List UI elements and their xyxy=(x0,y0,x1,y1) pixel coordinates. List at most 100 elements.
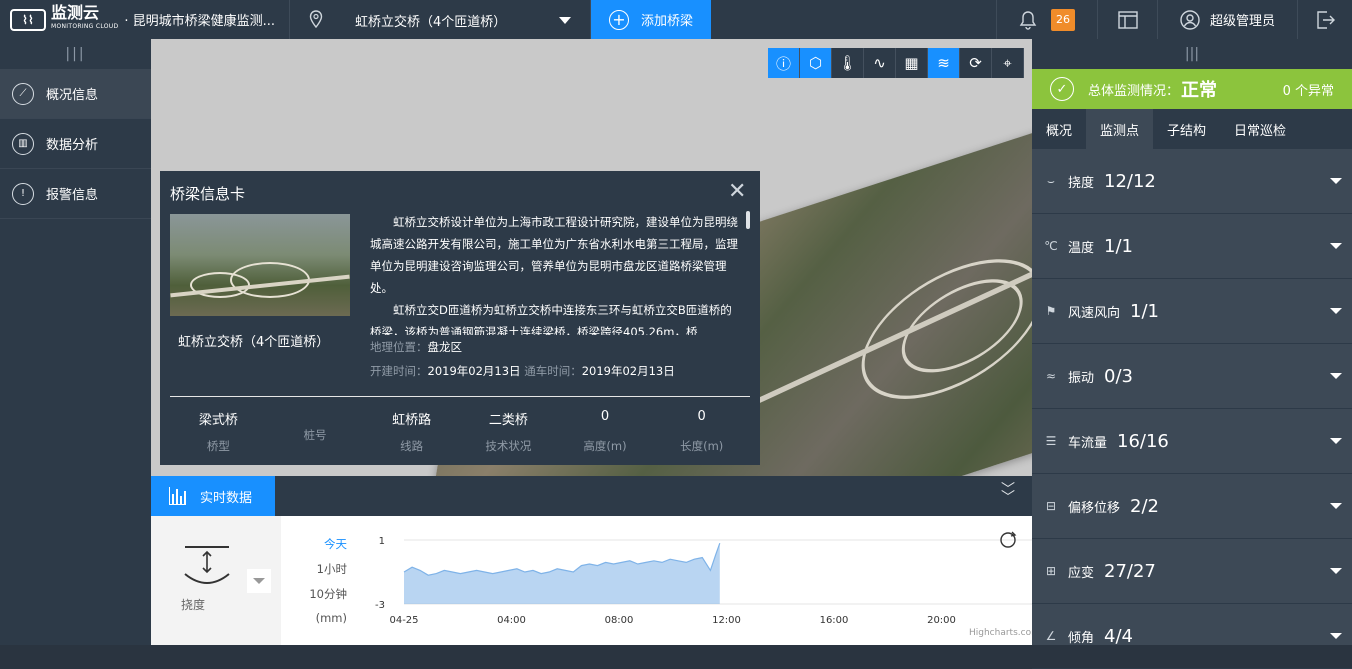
unit-label: (mm) xyxy=(315,611,347,625)
bridge-description: 虹桥立交桥设计单位为上海市政工程设计研究院，建设单位为昆明绕城高速公路开发有限公… xyxy=(370,211,740,335)
stat-label: 桩号 xyxy=(303,428,327,442)
divider xyxy=(170,396,750,397)
window-icon xyxy=(1117,10,1138,29)
refresh-icon[interactable]: ⟳ xyxy=(960,48,992,78)
x-tick-label: 20:00 xyxy=(927,615,956,626)
monitor-item-temperature[interactable]: ℃ 温度 1/1 xyxy=(1032,214,1352,279)
logo-area: ⌇⌇ 监测云 MONITORING CLOUD · 昆明城市桥梁健康监测... xyxy=(0,0,290,39)
sidebar: ||| ⟋ 概况信息 ▥ 数据分析 ! 报警信息 xyxy=(0,39,151,645)
right-panel: ||| ✓ 总体监测情况： 正常 0 个异常 概况 监测点 子结构 日常巡检 ⌣… xyxy=(1032,39,1352,669)
monitor-item-deflection[interactable]: ⌣ 挠度 12/12 xyxy=(1032,149,1352,214)
stat-label: 技术状况 xyxy=(485,439,532,453)
wave-icon[interactable]: ∿ xyxy=(864,48,896,78)
monitor-item-traffic[interactable]: ☰ 车流量 16/16 xyxy=(1032,409,1352,474)
chart-credit[interactable]: Highcharts.com xyxy=(969,628,1032,638)
chevron-down-icon xyxy=(1330,243,1342,249)
y-tick-label: -3 xyxy=(375,600,385,611)
top-bar: ⌇⌇ 监测云 MONITORING CLOUD · 昆明城市桥梁健康监测... 虹… xyxy=(0,0,1352,39)
monitor-label: 应变 xyxy=(1068,565,1095,581)
logout-icon xyxy=(1317,10,1335,29)
start-label: 开建时间： xyxy=(370,364,428,378)
location-value: 盘龙区 xyxy=(427,340,463,354)
monitor-value: 2/2 xyxy=(1130,495,1159,517)
chevron-down-icon xyxy=(559,17,571,24)
tab-overview[interactable]: 概况 xyxy=(1032,109,1086,149)
description-paragraph: 虹桥立交D匝道桥为虹桥立交桥中连接东三环与虹桥立交B匝道桥的桥梁，该桥为普通钢筋… xyxy=(370,303,732,335)
time-option-1h[interactable]: 1小时 xyxy=(301,561,347,577)
chevron-down-icon xyxy=(253,578,265,584)
monitor-item-wind[interactable]: ⚑ 风速风向 1/1 xyxy=(1032,279,1352,344)
monitor-label: 振动 xyxy=(1068,370,1095,386)
right-collapse-handle[interactable]: ||| xyxy=(1032,39,1352,69)
cube-icon[interactable]: ⬡ xyxy=(800,48,832,78)
bridge-info-card: 桥梁信息卡 ✕ 虹桥立交桥（4个匝道桥） 虹桥立交桥设计单位为上海市政工程设计研… xyxy=(160,171,760,465)
monitor-item-tilt[interactable]: ∠ 倾角 4/4 xyxy=(1032,604,1352,669)
sidebar-collapse-handle[interactable]: ||| xyxy=(0,39,151,69)
logout-button[interactable] xyxy=(1297,0,1352,39)
time-option-10m[interactable]: 10分钟 xyxy=(301,586,347,602)
monitor-item-displacement[interactable]: ⊟ 偏移位移 2/2 xyxy=(1032,474,1352,539)
sensor-dropdown[interactable] xyxy=(247,569,271,593)
sidebar-item-alarms[interactable]: ! 报警信息 xyxy=(0,169,151,219)
map-pin-icon[interactable]: ⌖ xyxy=(992,48,1024,78)
x-tick-label: 12:00 xyxy=(712,615,741,626)
traffic-icon: ☰ xyxy=(1045,434,1057,448)
stat-length: 0 长度(m) xyxy=(653,409,750,454)
abnormal-count[interactable]: 0 个异常 xyxy=(1283,80,1334,99)
x-tick-label: 04-25 xyxy=(389,615,418,626)
monitor-label: 倾角 xyxy=(1068,630,1095,646)
user-menu[interactable]: 超级管理员 xyxy=(1157,0,1297,39)
monitor-label: 温度 xyxy=(1068,240,1095,256)
sidebar-item-overview[interactable]: ⟋ 概况信息 xyxy=(0,69,151,119)
monitor-item-vibration[interactable]: ≈ 振动 0/3 xyxy=(1032,344,1352,409)
monitor-list: ⌣ 挠度 12/12 ℃ 温度 1/1 ⚑ 风速风向 1/1 ≈ 振动 0/3 ☰ 车流量 16/1… xyxy=(1032,149,1352,669)
start-value: 2019年02月13日 xyxy=(427,364,521,378)
open-value: 2019年02月13日 xyxy=(581,364,675,378)
deflection-icon xyxy=(184,546,230,584)
sensor-selector: 挠度 xyxy=(151,516,281,645)
collapse-chevron-icon[interactable]: ﹀ ﹀ xyxy=(1001,483,1015,505)
chevron-down-icon xyxy=(1330,178,1342,184)
add-bridge-label: 添加桥梁 xyxy=(641,14,694,29)
stat-value: 梁式桥 xyxy=(198,413,238,428)
description-scrollbar[interactable] xyxy=(746,211,750,229)
realtime-panel: 挠度 今天 1小时 10分钟 (mm) 1 -3 04-25 04:00 08:00 1… xyxy=(151,516,1032,645)
thermometer-icon: ℃ xyxy=(1044,239,1058,253)
x-tick-label: 08:00 xyxy=(605,615,634,626)
chevron-down-icon xyxy=(1330,438,1342,444)
deflection-icon: ⌣ xyxy=(1047,173,1055,188)
stat-bridge-type: 梁式桥 桥型 xyxy=(170,409,267,454)
stat-condition: 二类桥 技术状况 xyxy=(460,409,557,454)
tab-label: 实时数据 xyxy=(200,490,253,506)
tab-substructure[interactable]: 子结构 xyxy=(1153,109,1220,149)
chevron-down-icon xyxy=(1330,503,1342,509)
brand-name: 监测云 xyxy=(51,2,100,22)
time-option-today[interactable]: 今天 xyxy=(301,536,347,552)
map-layer-icon[interactable]: ≋ xyxy=(928,48,960,78)
tab-realtime-data[interactable]: 实时数据 xyxy=(151,476,275,516)
logo-icon: ⌇⌇ xyxy=(10,8,46,31)
close-icon[interactable]: ✕ xyxy=(728,179,746,204)
stat-label: 高度(m) xyxy=(583,439,627,453)
chevron-down-icon xyxy=(1330,373,1342,379)
bridge-name: 虹桥立交桥（4个匝道桥） xyxy=(355,15,507,30)
info-icon[interactable]: ⓘ xyxy=(768,48,800,78)
layout-button[interactable] xyxy=(1097,0,1157,39)
tab-monitor-points[interactable]: 监测点 xyxy=(1086,109,1154,149)
series-area xyxy=(404,543,720,604)
sidebar-item-analysis[interactable]: ▥ 数据分析 xyxy=(0,119,151,169)
monitor-value: 1/1 xyxy=(1104,235,1133,257)
thumbnail-caption: 虹桥立交桥（4个匝道桥） xyxy=(178,335,330,350)
monitor-item-strain[interactable]: ⊞ 应变 27/27 xyxy=(1032,539,1352,604)
texture-icon[interactable]: ▦ xyxy=(896,48,928,78)
add-bridge-button[interactable]: + 添加桥梁 xyxy=(591,0,711,39)
monitor-label: 偏移位移 xyxy=(1068,500,1121,516)
tab-daily-inspection[interactable]: 日常巡检 xyxy=(1220,109,1300,149)
monitor-value: 0/3 xyxy=(1104,365,1133,387)
location-row: 地理位置：盘龙区 xyxy=(370,339,462,355)
notification-button[interactable]: 26 xyxy=(996,0,1097,39)
thermometer-tool-icon[interactable]: 🌡︎ xyxy=(832,48,864,78)
stat-value: 虹桥路 xyxy=(392,413,432,428)
bridge-selector[interactable]: 虹桥立交桥（4个匝道桥） xyxy=(291,0,591,39)
card-title: 桥梁信息卡 xyxy=(170,185,246,203)
